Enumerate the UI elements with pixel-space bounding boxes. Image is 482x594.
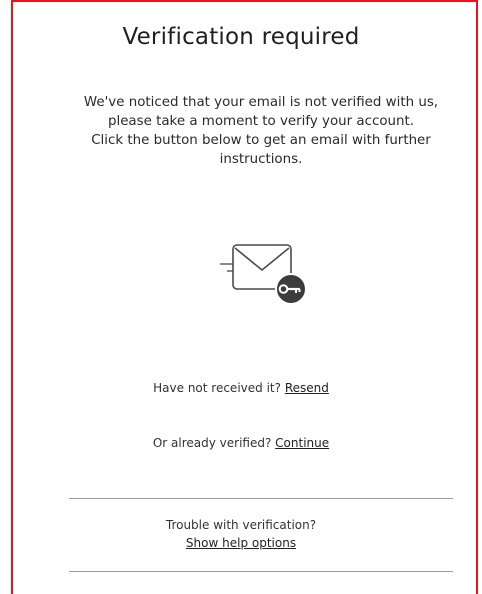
intro-line: Click the button below to get an email w… [91, 133, 431, 148]
help-prompt: Trouble with verification? [165, 518, 317, 532]
intro-line: We've noticed that your email is not ver… [83, 95, 439, 110]
continue-row: Or already verified? Continue [0, 436, 482, 450]
continue-link[interactable]: Continue [275, 436, 329, 450]
continue-prompt: Or already verified? [152, 436, 272, 450]
help-link-row: Show help options [0, 536, 482, 550]
divider [69, 571, 453, 572]
resend-link[interactable]: Resend [285, 381, 329, 395]
intro-text: We've noticed that your email is not ver… [60, 93, 462, 169]
envelope-with-key-icon [220, 244, 307, 305]
resend-row: Have not received it? Resend [0, 381, 482, 395]
intro-line: please take a moment to verify your acco… [107, 114, 415, 129]
show-help-options-link[interactable]: Show help options [186, 536, 296, 550]
intro-line: instructions. [219, 152, 303, 167]
divider [69, 498, 453, 499]
resend-prompt: Have not received it? [153, 381, 281, 395]
page-title: Verification required [122, 24, 360, 50]
